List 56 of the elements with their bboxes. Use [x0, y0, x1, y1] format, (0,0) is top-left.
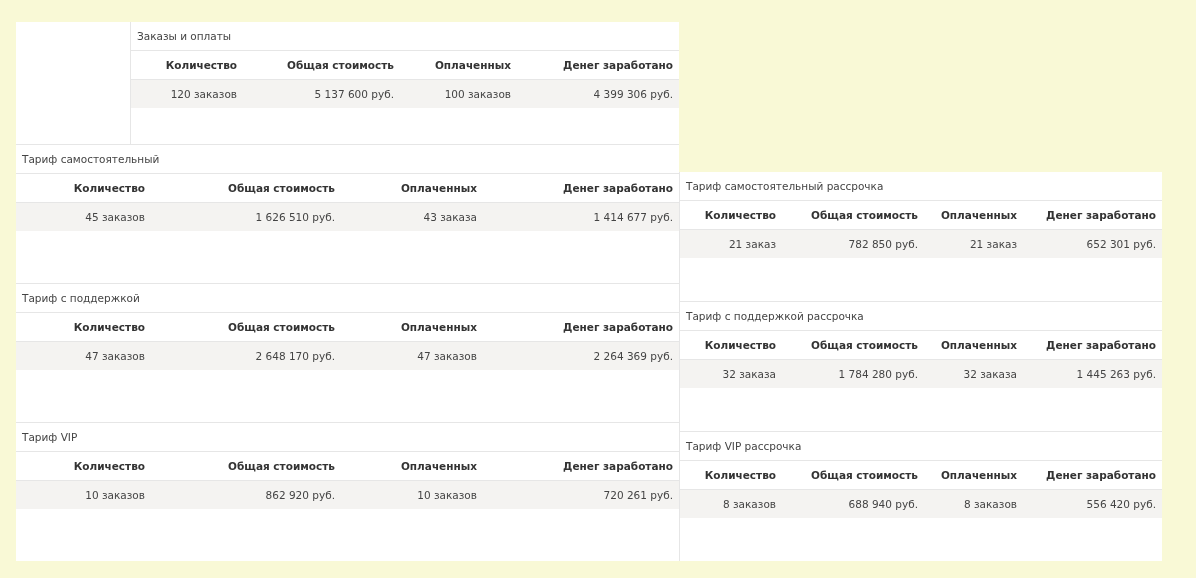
- column-header: Оплаченных: [399, 321, 477, 333]
- column-header: Количество: [703, 209, 776, 221]
- column-header: Количество: [72, 182, 145, 194]
- table-cell-text: 32 заказа: [721, 368, 776, 380]
- column-header: Денег заработано: [562, 182, 673, 194]
- table-cell-text: 10 заказов: [84, 489, 145, 501]
- column-header: Количество: [703, 339, 776, 351]
- table-cell-text: 21 заказ: [968, 238, 1017, 250]
- column-header: Оплаченных: [939, 209, 1017, 221]
- table-cell-text: 1 445 263 руб.: [1075, 368, 1156, 380]
- table-cell-text: 47 заказов: [84, 350, 145, 362]
- column-header: Оплаченных: [399, 460, 477, 472]
- table-cell-text: 8 заказов: [963, 498, 1017, 510]
- column-header: Количество: [72, 321, 145, 333]
- column-header: Общая стоимость: [227, 182, 335, 194]
- table-cell-text: 720 261 руб.: [602, 489, 673, 501]
- column-header: Общая стоимость: [810, 469, 918, 481]
- table-cell-text: 1 784 280 руб.: [837, 368, 918, 380]
- table-cell-text: 652 301 руб.: [1085, 238, 1156, 250]
- table-cell-text: 43 заказа: [422, 211, 477, 223]
- column-header: Оплаченных: [939, 339, 1017, 351]
- table-cell-text: 21 заказ: [727, 238, 776, 250]
- table-cell-text: 1 414 677 руб.: [592, 211, 673, 223]
- table-cell-text: 5 137 600 руб.: [313, 88, 394, 100]
- column-header: Количество: [164, 59, 237, 71]
- column-header: Общая стоимость: [227, 460, 335, 472]
- table-cell-text: 1 626 510 руб.: [254, 211, 335, 223]
- table-cell-text: 556 420 руб.: [1085, 498, 1156, 510]
- column-header: Оплаченных: [399, 182, 477, 194]
- column-header: Денег заработано: [1045, 209, 1156, 221]
- column-header: Денег заработано: [1045, 469, 1156, 481]
- table-cell-text: 100 заказов: [443, 88, 511, 100]
- column-header: Общая стоимость: [810, 339, 918, 351]
- column-header: Оплаченных: [433, 59, 511, 71]
- column-header: Оплаченных: [939, 469, 1017, 481]
- table-cell-text: 862 920 руб.: [264, 489, 335, 501]
- column-header: Количество: [703, 469, 776, 481]
- column-header: Общая стоимость: [810, 209, 918, 221]
- column-header: Общая стоимость: [227, 321, 335, 333]
- column-header: Денег заработано: [562, 321, 673, 333]
- table-cell-text: 8 заказов: [722, 498, 776, 510]
- table-cell-text: 4 399 306 руб.: [592, 88, 673, 100]
- column-header: Денег заработано: [1045, 339, 1156, 351]
- table-cell-text: 120 заказов: [169, 88, 237, 100]
- table-cell-text: 45 заказов: [84, 211, 145, 223]
- table-cell-text: 2 264 369 руб.: [592, 350, 673, 362]
- table-cell-text: 782 850 руб.: [847, 238, 918, 250]
- table-cell-text: 2 648 170 руб.: [254, 350, 335, 362]
- table-cell-text: 688 940 руб.: [847, 498, 918, 510]
- column-header: Денег заработано: [562, 59, 673, 71]
- table-cell-text: 47 заказов: [416, 350, 477, 362]
- column-header: Количество: [72, 460, 145, 472]
- table-cell-text: 32 заказа: [962, 368, 1017, 380]
- column-header: Денег заработано: [562, 460, 673, 472]
- column-header: Общая стоимость: [286, 59, 394, 71]
- table-cell-text: 10 заказов: [416, 489, 477, 501]
